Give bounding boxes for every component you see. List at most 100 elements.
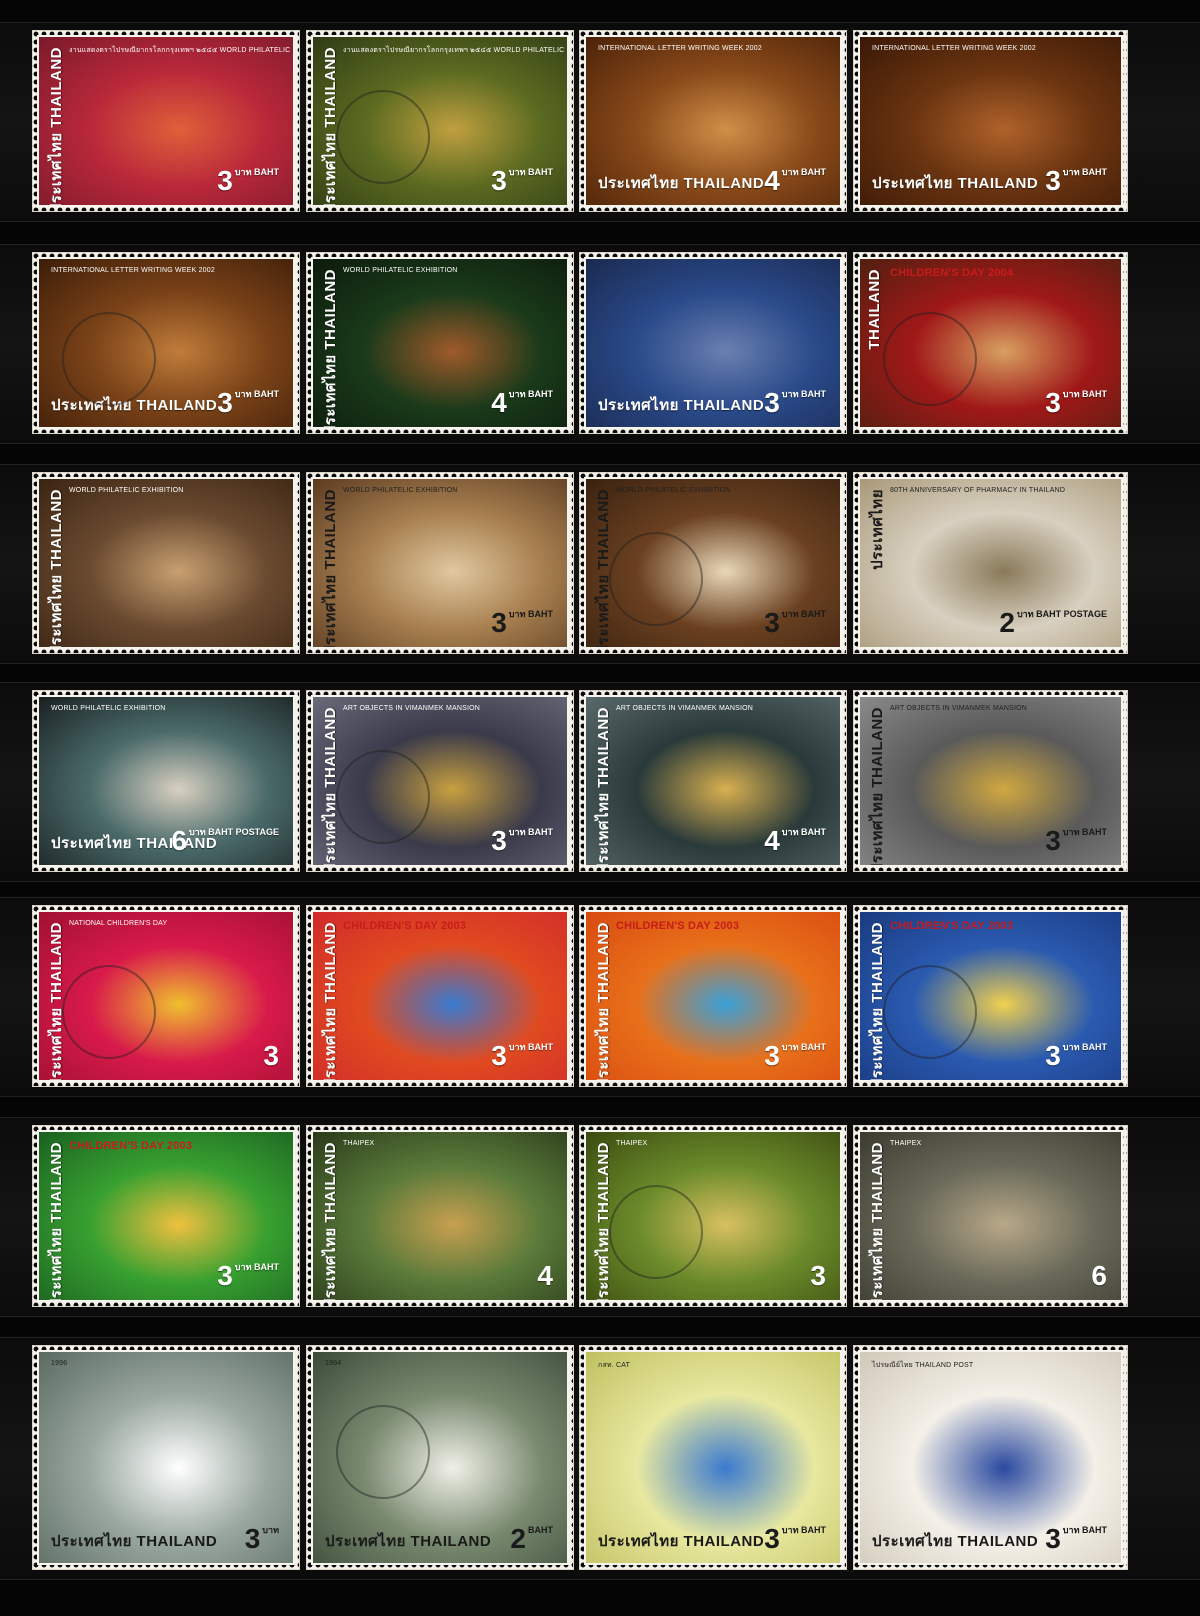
stamp-unit: บาท BAHT <box>781 1042 826 1052</box>
stamp-denomination: 3 บาท BAHT <box>764 389 826 417</box>
stamp-album-page: ประเทศไทย THAILAND 3 บาท BAHT งานแสดงตราไปร… <box>0 0 1200 1616</box>
stamp-caption: WORLD PHILATELIC EXHIBITION <box>616 487 731 494</box>
stamp-country-name: ประเทศไทย THAILAND <box>48 489 65 649</box>
postmark-cancellation <box>609 532 703 626</box>
stamp-face: ประเทศไทย THAILAND 3 บาท BAHT CHILDREN'S DA… <box>584 910 842 1082</box>
stamp-value: 3 <box>217 1260 233 1291</box>
stamp-face: ประเทศไทย THAILAND 3 บาท BAHT WORLD PHILATE… <box>311 477 569 649</box>
stamp-country-name: ประเทศไทย THAILAND <box>595 922 612 1082</box>
stamp-value: 3 <box>491 1040 507 1071</box>
postage-stamp: ประเทศไทย THAILAND 2 BAHT 1994 <box>306 1345 574 1570</box>
postage-stamp: ประเทศไทย THAILAND 3 บาท BAHT WORLD PHILATE… <box>579 472 847 654</box>
stamp-caption: WORLD PHILATELIC EXHIBITION <box>343 487 458 494</box>
postmark-cancellation <box>883 965 977 1059</box>
stamp-face: ประเทศไทย THAILAND 3 บาท 1996 <box>37 1350 295 1565</box>
postage-stamp: ประเทศไทย THAILAND 3 บาท BAHT งานแสดงตราไปร… <box>306 30 574 212</box>
stamp-face: ประเทศไทย THAILAND 3 บาท BAHT INTERNATIONAL… <box>858 35 1123 207</box>
stamp-unit: บาท BAHT <box>508 827 553 837</box>
stamp-caption: 1996 <box>51 1360 68 1367</box>
stamp-value: 3 <box>764 607 780 638</box>
stamp-caption: THAIPEX <box>616 1140 648 1147</box>
postage-stamp: ประเทศไทย THAILAND WORLD PHILATELIC EXHIB… <box>32 472 300 654</box>
stamp-face: ประเทศไทย THAILAND 3 บาท BAHT กสท. CAT <box>584 1350 842 1565</box>
stamp-denomination: 3 บาท BAHT <box>1045 1042 1107 1070</box>
stamp-unit: บาท BAHT <box>781 1525 826 1535</box>
stamp-face: ประเทศไทย THAILAND WORLD PHILATELIC EXHIB… <box>37 477 295 649</box>
postage-stamp: ประเทศไทย THAILAND 4 THAIPEX <box>306 1125 574 1307</box>
stamp-value: 3 <box>764 1040 780 1071</box>
stamp-denomination: 3 บาท <box>245 1525 279 1553</box>
stamp-face: ประเทศไทย THAILAND 3 บาท BAHT งานแสดงตราไปร… <box>37 35 295 207</box>
stamp-country-name: ประเทศไทย THAILAND <box>48 47 65 207</box>
stamp-country-name: ประเทศไทย <box>869 489 886 570</box>
stamp-denomination: 3 บาท BAHT <box>217 389 279 417</box>
postage-stamp: ประเทศไทย THAILAND 3 บาท BAHT ART OBJECTS I… <box>853 690 1128 872</box>
stamp-country-name: ประเทศไทย THAILAND <box>322 489 339 649</box>
stamp-value: 3 <box>217 165 233 196</box>
stamp-denomination: 2 บาท BAHT POSTAGE <box>999 609 1107 637</box>
stamp-value: 6 <box>171 825 187 856</box>
stamp-denomination: 3 <box>263 1042 279 1070</box>
stamp-caption: THAIPEX <box>343 1140 375 1147</box>
stamp-caption: 80TH ANNIVERSARY OF PHARMACY IN THAILAND <box>890 487 1066 494</box>
stamp-country-name: ประเทศไทย THAILAND <box>598 397 765 414</box>
stamp-caption: งานแสดงตราไปรษณียากรโลกกรุงเทพฯ ๒๕๔๕ WOR… <box>343 47 567 54</box>
stamp-unit: บาท BAHT <box>781 389 826 399</box>
stamp-caption: กสท. CAT <box>598 1362 631 1369</box>
stamp-country-name: ประเทศไทย THAILAND <box>869 1142 886 1302</box>
stamp-value: 3 <box>764 387 780 418</box>
stamp-value: 3 <box>1045 165 1061 196</box>
stamp-unit: บาท BAHT <box>508 609 553 619</box>
stamp-unit: บาท BAHT <box>234 167 279 177</box>
stamp-value: 4 <box>491 387 507 418</box>
postage-stamp: ประเทศไทย THAILAND 3 NATIONAL CHILDREN'S D… <box>32 905 300 1087</box>
stamp-country-name: THAILAND <box>866 269 883 350</box>
postage-stamp: ประเทศไทย THAILAND 3 บาท BAHT WORLD PHILATE… <box>306 472 574 654</box>
stamp-denomination: 6 บาท BAHT POSTAGE <box>171 827 279 855</box>
stamp-denomination: 3 บาท BAHT <box>764 1042 826 1070</box>
stamp-unit: บาท BAHT <box>234 1262 279 1272</box>
stamp-denomination: 3 บาท BAHT <box>217 1262 279 1290</box>
stamp-face: ประเทศไทย THAILAND 4 บาท BAHT WORLD PHILATE… <box>311 257 569 429</box>
stamp-artwork <box>39 479 293 647</box>
stamp-caption: ART OBJECTS IN VIMANMEK MANSION <box>890 705 1028 712</box>
stamp-unit: บาท BAHT <box>508 167 553 177</box>
stamp-denomination: 3 บาท BAHT <box>764 609 826 637</box>
stamp-denomination: 3 <box>810 1262 826 1290</box>
postage-stamp: THAILAND 3 บาท BAHT CHILDREN'S DAY 2004 <box>853 252 1128 434</box>
postage-stamp: ประเทศไทย THAILAND 3 บาท BAHT CHILDREN'S DA… <box>32 1125 300 1307</box>
stamp-artwork <box>860 1132 1121 1300</box>
stamp-caption: NATIONAL CHILDREN'S DAY <box>69 920 168 927</box>
stamp-caption: THAIPEX <box>890 1140 922 1147</box>
stamp-caption: งานแสดงตราไปรษณียากรโลกกรุงเทพฯ ๒๕๔๕ WOR… <box>69 47 293 54</box>
stamp-value: 3 <box>1045 1040 1061 1071</box>
postage-stamp: ประเทศไทย THAILAND 4 บาท BAHT INTERNATIONAL… <box>579 30 847 212</box>
stamp-unit: บาท BAHT <box>508 1042 553 1052</box>
stamp-caption: WORLD PHILATELIC EXHIBITION <box>69 487 184 494</box>
stamp-face: ประเทศไทย THAILAND 6 บาท BAHT POSTAGE WORLD… <box>37 695 295 867</box>
stamp-country-name: ประเทศไทย THAILAND <box>869 707 886 867</box>
stamp-value: 2 <box>510 1523 526 1554</box>
stamp-denomination: 3 บาท BAHT <box>217 167 279 195</box>
stamp-caption: ART OBJECTS IN VIMANMEK MANSION <box>343 705 481 712</box>
postage-stamp: ประเทศไทย THAILAND 6 THAIPEX <box>853 1125 1128 1307</box>
postmark-cancellation <box>336 750 430 844</box>
stamp-face: ประเทศไทย THAILAND 3 บาท BAHT <box>584 257 842 429</box>
postage-stamp: ประเทศไทย THAILAND 6 บาท BAHT POSTAGE WORLD… <box>32 690 300 872</box>
stamp-value: 3 <box>810 1260 826 1291</box>
stamp-caption: INTERNATIONAL LETTER WRITING WEEK 2002 <box>872 45 1036 52</box>
postage-stamp: ประเทศไทย THAILAND 3 บาท BAHT ไปรษณีย์ไทย T… <box>853 1345 1128 1570</box>
stamp-face: ประเทศไทย THAILAND 6 THAIPEX <box>858 1130 1123 1302</box>
stamp-denomination: 2 BAHT <box>510 1525 553 1553</box>
stamp-artwork <box>313 1132 567 1300</box>
stamp-value: 3 <box>764 1523 780 1554</box>
stamp-value: 4 <box>764 825 780 856</box>
stamp-country-name: ประเทศไทย THAILAND <box>872 1533 1039 1550</box>
stamp-caption: INTERNATIONAL LETTER WRITING WEEK 2002 <box>51 267 215 274</box>
postage-stamp: ประเทศไทย THAILAND 3 บาท BAHT CHILDREN'S DA… <box>853 905 1128 1087</box>
postage-stamp: ประเทศไทย THAILAND 4 บาท BAHT ART OBJECTS I… <box>579 690 847 872</box>
stamp-unit: บาท BAHT <box>781 167 826 177</box>
stamp-denomination: 3 บาท BAHT <box>491 827 553 855</box>
stamp-country-name: ประเทศไทย THAILAND <box>325 1533 492 1550</box>
stamp-value: 3 <box>244 1523 261 1554</box>
